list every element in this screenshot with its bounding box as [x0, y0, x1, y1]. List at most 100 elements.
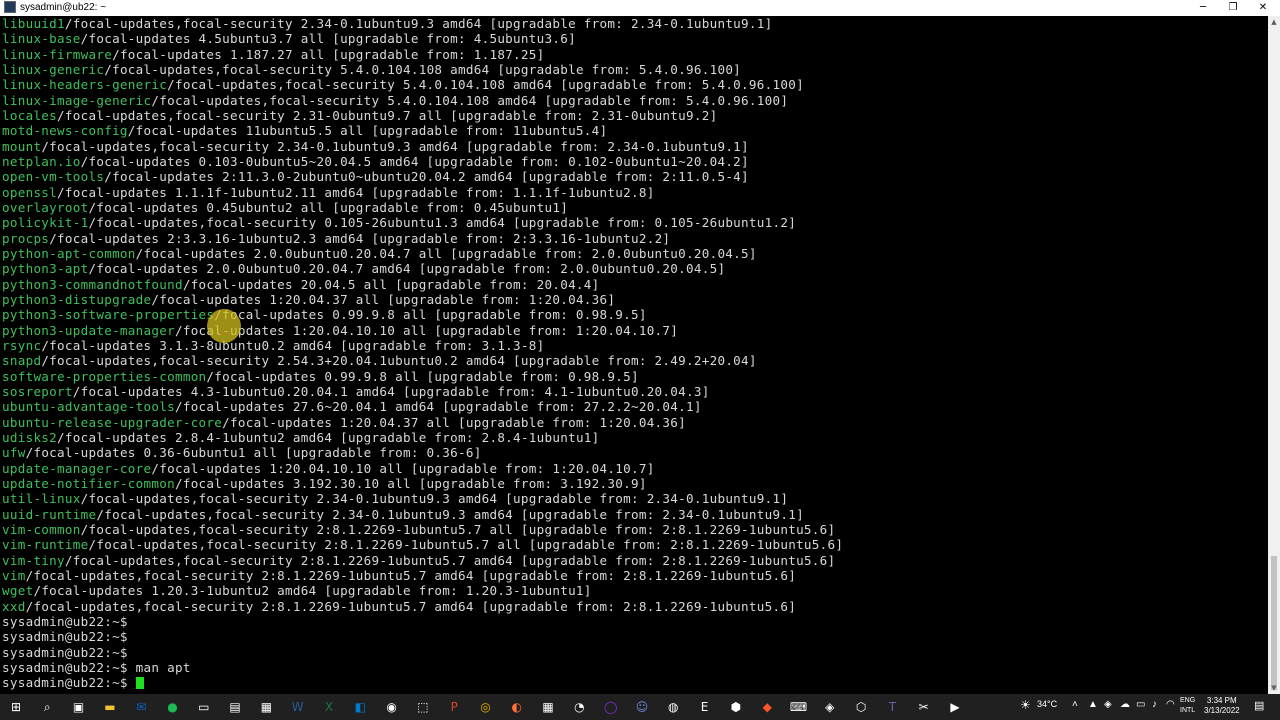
package-details: /focal-updates,focal-security 2.34-0.1ub… — [64, 16, 773, 31]
package-name: sosreport — [2, 383, 73, 399]
terminal-icon[interactable]: ▭ — [194, 697, 214, 717]
scrollbar-thumb[interactable] — [1271, 556, 1277, 690]
terminal-line: snapd/focal-updates,focal-security 2.54.… — [2, 353, 757, 368]
package-details: /focal-updates 2:11.3.0-2ubuntu0~ubuntu2… — [104, 169, 749, 185]
package-details: /focal-updates,focal-security 2.31-0ubun… — [57, 107, 718, 123]
package-name: netplan.io — [2, 153, 81, 169]
package-name: mount — [2, 138, 42, 154]
close-button[interactable]: ✕ — [1248, 0, 1278, 16]
steam-icon[interactable]: ◔ — [569, 697, 589, 717]
minimize-button[interactable]: ─ — [1188, 0, 1218, 16]
package-name: vim-tiny — [2, 552, 65, 568]
package-name: linux-headers-generic — [2, 77, 168, 93]
putty-icon[interactable]: ⌨ — [789, 697, 809, 717]
language-indicator[interactable]: ENG INTL — [1180, 696, 1195, 716]
task-view-icon[interactable]: ▣ — [69, 697, 89, 717]
battery-icon[interactable]: ▭ — [1136, 699, 1145, 710]
powerpoint-icon[interactable]: P — [444, 697, 464, 717]
package-name: vim-runtime — [2, 537, 89, 553]
epic-games-icon[interactable]: E — [695, 697, 715, 717]
package-details: /focal-updates 2:3.3.16-1ubuntu2.3 amd64… — [49, 230, 671, 246]
notepad-icon[interactable]: ▤ — [225, 697, 245, 717]
tray-arrow-icon[interactable]: ˄ — [1072, 699, 1078, 710]
package-details: /focal-updates 1:20.04.10.10 all [upgrad… — [174, 322, 679, 338]
file-explorer-icon[interactable]: ▬ — [100, 697, 120, 717]
weather-icon[interactable]: ☀ — [1020, 698, 1031, 712]
search-icon[interactable]: ⌕ — [37, 697, 57, 717]
terminal-line: linux-generic/focal-updates,focal-securi… — [2, 62, 741, 77]
wifi-icon[interactable]: ◠ — [1166, 699, 1175, 710]
clock[interactable]: 3:34 PM 3/13/2022 — [1204, 696, 1240, 716]
package-details: /focal-updates 3.192.30.10 all [upgradab… — [174, 475, 647, 491]
maximize-button[interactable]: ❐ — [1218, 0, 1248, 16]
browser-alt-icon[interactable]: ◍ — [663, 697, 683, 717]
package-name: locales — [2, 107, 58, 123]
terminal-line: linux-headers-generic/focal-updates,foca… — [2, 77, 804, 92]
package-details: /focal-updates 0.36-6ubuntu1 all [upgrad… — [25, 445, 482, 461]
package-details: /focal-updates 1:20.04.37 all [upgradabl… — [151, 291, 616, 307]
excel-icon[interactable]: X — [319, 697, 339, 717]
screenshot-icon[interactable]: ⬚ — [413, 697, 433, 717]
package-details: /focal-updates 0.99.9.8 all [upgradable … — [206, 368, 639, 384]
terminal-output[interactable]: libuuid1/focal-updates,focal-security 2.… — [0, 16, 1268, 694]
package-details: /focal-updates,focal-security 5.4.0.104.… — [151, 92, 789, 108]
mouse-highlight-indicator — [207, 309, 241, 343]
terminal-scrollbar[interactable]: ▲ ▼ — [1268, 16, 1280, 694]
package-details: /focal-updates 20.04.5 all [upgradable f… — [182, 276, 600, 292]
firefox-icon[interactable]: ◐ — [507, 697, 527, 717]
volume-icon[interactable]: ♪ — [1152, 699, 1157, 710]
discord-icon[interactable]: ☺ — [632, 697, 652, 717]
windows-taskbar: ⊞ ⌕ ▣ ▬ ✉ ● ▭ ▤ ▦ W X ◧ ◉ ⬚ P ◎ ◐ ▦ ◔ ◯ ☺ ◍ E ⬢ ◆ ⌨ ◈ ⬡ T ✂ ▶ ☀ 34°C ˄… — [0, 694, 1280, 720]
package-details: /focal-updates,focal-security 2:8.1.2269… — [88, 537, 844, 553]
teams-icon[interactable]: T — [882, 697, 902, 717]
calculator-icon[interactable]: ▦ — [256, 697, 276, 717]
package-name: update-notifier-common — [2, 475, 175, 491]
package-details: /focal-updates,focal-security 0.105-26ub… — [88, 215, 797, 231]
chrome-icon[interactable]: ◎ — [476, 697, 496, 717]
github-icon[interactable]: ◉ — [382, 697, 402, 717]
active-prompt-line[interactable]: sysadmin@ub22:~$ — [2, 675, 144, 690]
weather-temp[interactable]: 34°C — [1037, 699, 1057, 709]
brave-icon[interactable]: ◆ — [757, 697, 777, 717]
terminal-line: open-vm-tools/focal-updates 2:11.3.0-2ub… — [2, 169, 749, 184]
terminal-line: software-properties-common/focal-updates… — [2, 369, 639, 384]
vscode-icon[interactable]: ◧ — [350, 697, 370, 717]
package-name: uuid-runtime — [2, 506, 97, 522]
word-icon[interactable]: W — [288, 697, 308, 717]
package-name: update-manager-core — [2, 460, 152, 476]
terminal-line: ubuntu-advantage-tools/focal-updates 27.… — [2, 399, 702, 414]
package-name: libuuid1 — [2, 16, 65, 31]
virtualbox-icon[interactable]: ⬡ — [851, 697, 871, 717]
terminal-line: python-apt-common/focal-updates 2.0.0ubu… — [2, 246, 757, 261]
vpn-icon[interactable]: ⬢ — [726, 697, 746, 717]
obs-icon[interactable]: ◯ — [601, 697, 621, 717]
network-tool-icon[interactable]: ◈ — [820, 697, 840, 717]
notification-icon[interactable]: ▤ — [1254, 699, 1264, 712]
terminal-line: policykit-1/focal-updates,focal-security… — [2, 215, 796, 230]
putty-app-icon — [4, 1, 16, 13]
tray-app-icon[interactable]: ▲ — [1088, 699, 1098, 710]
terminal-line: util-linux/focal-updates,focal-security … — [2, 491, 788, 506]
terminal-line: update-manager-core/focal-updates 1:20.0… — [2, 461, 655, 476]
package-details: /focal-updates 1:20.04.37 all [upgradabl… — [222, 414, 687, 430]
media-icon[interactable]: ▶ — [945, 697, 965, 717]
cloud-icon[interactable]: ☁ — [1120, 699, 1130, 710]
package-details: /focal-updates 2.8.4-1ubuntu2 amd64 [upg… — [57, 429, 600, 445]
package-details: /focal-updates,focal-security 2:8.1.2269… — [64, 552, 836, 568]
spotify-icon[interactable]: ● — [163, 697, 183, 717]
terminal-line: overlayroot/focal-updates 0.45ubuntu2 al… — [2, 200, 568, 215]
network-icon[interactable]: ◈ — [1104, 699, 1112, 710]
package-details: /focal-updates 2.0.0ubuntu0.20.04.7 all … — [135, 245, 757, 261]
windows-start-icon[interactable]: ⊞ — [6, 697, 26, 717]
text-cursor — [135, 677, 144, 690]
mail-icon[interactable]: ✉ — [131, 697, 151, 717]
terminal-line: sosreport/focal-updates 4.3-1ubuntu0.20.… — [2, 384, 710, 399]
window-titlebar[interactable]: sysadmin@ub22: ~ ─ ❐ ✕ — [0, 0, 1280, 17]
package-name: rsync — [2, 337, 42, 353]
scroll-up-icon[interactable]: ▲ — [1268, 16, 1280, 28]
terminal-line: ubuntu-release-upgrader-core/focal-updat… — [2, 415, 686, 430]
remote-desktop-icon[interactable]: ▦ — [538, 697, 558, 717]
scroll-down-icon[interactable]: ▼ — [1268, 682, 1280, 694]
snip-tool-icon[interactable]: ✂ — [914, 697, 934, 717]
terminal-line: vim-common/focal-updates,focal-security … — [2, 522, 835, 537]
